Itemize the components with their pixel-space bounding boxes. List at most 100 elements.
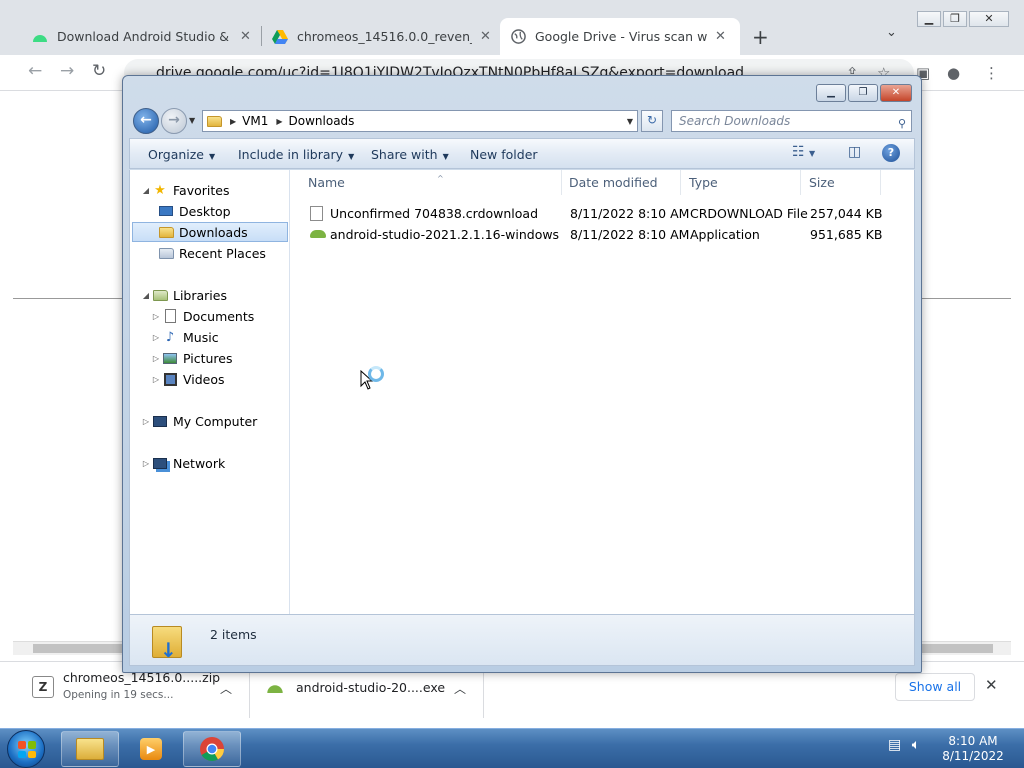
tab-strip: Download Android Studio & App ✕ chromeos… <box>0 0 1024 55</box>
nav-downloads[interactable]: Downloads <box>132 222 288 242</box>
nav-my-computer[interactable]: ▷ My Computer <box>140 411 257 431</box>
tab-google-drive[interactable]: Google Drive - Virus scan warning ✕ <box>500 18 740 55</box>
file-name: android-studio-2021.2.1.16-windows <box>330 227 560 242</box>
file-row[interactable]: android-studio-2021.2.1.16-windows 8/11/… <box>300 224 902 245</box>
close-button[interactable]: ✕ <box>969 11 1009 27</box>
nav-label: Recent Places <box>179 245 266 261</box>
nav-favorites[interactable]: ◢ ★ Favorites <box>140 180 230 200</box>
close-button[interactable]: ✕ <box>880 84 912 102</box>
tab-search-chevron-icon[interactable]: ⌄ <box>886 25 897 40</box>
nav-recent-places[interactable]: Recent Places <box>158 243 266 263</box>
file-size: 951,685 KB <box>810 227 883 242</box>
column-header-size[interactable]: Size <box>801 170 881 195</box>
file-type: Application <box>690 227 760 242</box>
volume-icon[interactable]: 🔈︎ <box>912 737 920 753</box>
close-icon[interactable]: ✕ <box>480 29 491 44</box>
search-input[interactable]: Search Downloads ⚲ <box>671 110 912 132</box>
column-header-name[interactable]: Name ^ <box>300 170 562 195</box>
taskbar-explorer-button[interactable] <box>61 731 119 767</box>
expand-arrow-icon[interactable]: ◢ <box>140 186 152 195</box>
breadcrumb-separator-icon[interactable]: ▶ <box>276 117 282 126</box>
expand-arrow-icon[interactable]: ▷ <box>150 333 162 342</box>
file-name: Unconfirmed 704838.crdownload <box>330 206 539 221</box>
address-bar[interactable]: ▶ VM1 ▶ Downloads ▼ <box>202 110 638 132</box>
nav-desktop[interactable]: Desktop <box>158 201 231 221</box>
nav-label: My Computer <box>173 413 258 429</box>
explorer-content: ◢ ★ Favorites Desktop Downloads Recent P… <box>129 170 915 614</box>
tab-android-studio[interactable]: Download Android Studio & App ✕ <box>22 18 261 55</box>
start-button[interactable] <box>7 730 45 768</box>
address-row: ← → ▼ ▶ VM1 ▶ Downloads ▼ ↻ Search Downl… <box>131 107 915 135</box>
expand-arrow-icon[interactable]: ◢ <box>140 291 152 300</box>
folder-icon <box>207 115 222 127</box>
taskbar-chrome-button[interactable] <box>183 731 241 767</box>
column-header-date[interactable]: Date modified <box>561 170 681 195</box>
star-icon: ★ <box>154 182 166 198</box>
chevron-down-icon[interactable]: ▼ <box>627 117 633 126</box>
expand-arrow-icon[interactable]: ▷ <box>140 459 152 468</box>
nav-label: Music <box>183 329 219 345</box>
minimize-button[interactable]: ▁ <box>816 84 846 102</box>
globe-icon <box>510 29 526 45</box>
expand-arrow-icon[interactable]: ▷ <box>150 312 162 321</box>
document-file-icon <box>310 206 323 221</box>
chevron-up-icon[interactable]: ︿ <box>454 680 466 697</box>
download-name: android-studio-20....exe <box>296 680 446 695</box>
profile-avatar-icon[interactable]: ● <box>947 64 960 82</box>
menu-kebab-icon[interactable]: ⋮ <box>984 64 999 82</box>
column-header-type[interactable]: Type <box>681 170 801 195</box>
recent-pages-chevron-icon[interactable]: ▼ <box>189 116 195 125</box>
back-button[interactable]: ← <box>133 108 159 134</box>
nav-libraries[interactable]: ◢ Libraries <box>140 285 227 305</box>
minimize-button[interactable]: ▁ <box>917 11 941 27</box>
tab-chromeos[interactable]: chromeos_14516.0.0_reven_recovery ✕ <box>262 18 501 55</box>
share-with-menu[interactable]: Share with ▼ <box>371 147 449 162</box>
search-icon[interactable]: ⚲ <box>898 114 906 134</box>
close-icon[interactable]: ✕ <box>715 29 726 44</box>
view-options-icon[interactable]: ☷ ▼ <box>792 144 815 160</box>
libraries-icon <box>152 287 168 303</box>
nav-label: Pictures <box>183 350 233 366</box>
network-status-icon[interactable]: ▤ <box>888 737 901 753</box>
share-label: Share with <box>371 147 438 162</box>
forward-arrow-icon[interactable]: → <box>60 61 74 81</box>
expand-arrow-icon[interactable]: ▷ <box>150 375 162 384</box>
nav-network[interactable]: ▷ Network <box>140 453 225 473</box>
file-row[interactable]: Unconfirmed 704838.crdownload 8/11/2022 … <box>300 203 902 224</box>
expand-arrow-icon[interactable]: ▷ <box>140 417 152 426</box>
breadcrumb-separator-icon[interactable]: ▶ <box>230 117 236 126</box>
forward-button[interactable]: → <box>161 108 187 134</box>
back-arrow-icon[interactable]: ← <box>28 61 42 81</box>
include-in-library-menu[interactable]: Include in library ▼ <box>238 147 354 162</box>
nav-videos[interactable]: ▷ Videos <box>150 369 225 389</box>
show-all-button[interactable]: Show all <box>895 673 975 701</box>
close-icon[interactable]: ✕ <box>985 676 998 694</box>
organize-menu[interactable]: Organize ▼ <box>148 147 215 162</box>
breadcrumb-downloads[interactable]: Downloads <box>289 114 355 128</box>
breadcrumb-vm1[interactable]: VM1 <box>242 114 268 128</box>
nav-documents[interactable]: ▷ Documents <box>150 306 254 326</box>
maximize-button[interactable]: ❐ <box>943 11 967 27</box>
new-tab-button[interactable]: + <box>752 25 769 49</box>
reload-icon[interactable]: ↻ <box>92 61 106 81</box>
nav-music[interactable]: ▷ ♪ Music <box>150 327 219 347</box>
refresh-button[interactable]: ↻ <box>641 110 663 132</box>
maximize-button[interactable]: ❐ <box>848 84 878 102</box>
preview-pane-icon[interactable]: ◫ <box>848 144 861 160</box>
new-folder-button[interactable]: New folder <box>470 147 538 162</box>
expand-arrow-icon[interactable]: ▷ <box>150 354 162 363</box>
include-label: Include in library <box>238 147 344 162</box>
clock-date: 8/11/2022 <box>942 749 1004 763</box>
taskbar-media-player-button[interactable]: ▶ <box>122 731 180 767</box>
organize-label: Organize <box>148 147 204 162</box>
chevron-up-icon[interactable]: ︿ <box>220 680 232 697</box>
close-icon[interactable]: ✕ <box>240 29 251 44</box>
help-icon[interactable]: ? <box>882 144 900 162</box>
folder-icon <box>76 738 104 760</box>
nav-label: Videos <box>183 371 225 387</box>
command-bar: Organize ▼ Include in library ▼ Share with… <box>129 138 915 169</box>
navigation-pane: ◢ ★ Favorites Desktop Downloads Recent P… <box>130 170 290 614</box>
nav-pictures[interactable]: ▷ Pictures <box>150 348 233 368</box>
tab-title: chromeos_14516.0.0_reven_recovery <box>297 29 472 44</box>
clock[interactable]: 8:10 AM 8/11/2022 <box>938 734 1008 764</box>
